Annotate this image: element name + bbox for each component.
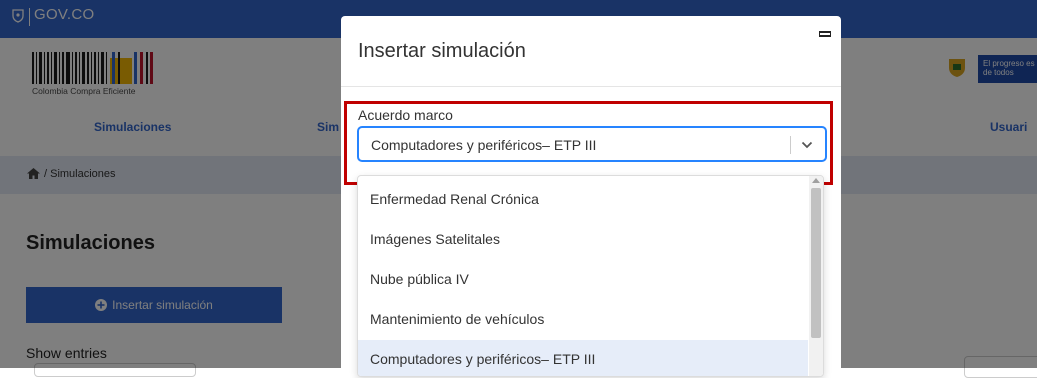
option-label: Mantenimiento de vehículos	[370, 311, 545, 327]
dropdown-option[interactable]: Nube pública IV	[358, 260, 808, 298]
dropdown-option[interactable]: Enfermedad Renal Crónica	[358, 180, 808, 218]
option-label: Computadores y periféricos– ETP III	[370, 351, 596, 367]
option-label: Imágenes Satelitales	[370, 231, 500, 247]
scrollbar-thumb[interactable]	[811, 188, 821, 338]
dropdown-option[interactable]: Mantenimiento de vehículos	[358, 300, 808, 338]
modal-title: Insertar simulación	[358, 40, 526, 62]
option-label: Nube pública IV	[370, 271, 469, 287]
modal-divider	[341, 86, 841, 87]
option-label: Enfermedad Renal Crónica	[370, 191, 539, 207]
highlight-box	[344, 101, 833, 185]
acuerdo-marco-dropdown-menu: Enfermedad Renal Crónica Imágenes Sateli…	[357, 175, 824, 377]
minimize-icon[interactable]	[819, 31, 831, 37]
dropdown-scrollbar[interactable]	[809, 176, 823, 376]
scroll-up-icon[interactable]	[812, 178, 820, 183]
dropdown-option-selected[interactable]: Computadores y periféricos– ETP III	[358, 340, 808, 376]
dropdown-option[interactable]: Imágenes Satelitales	[358, 220, 808, 258]
